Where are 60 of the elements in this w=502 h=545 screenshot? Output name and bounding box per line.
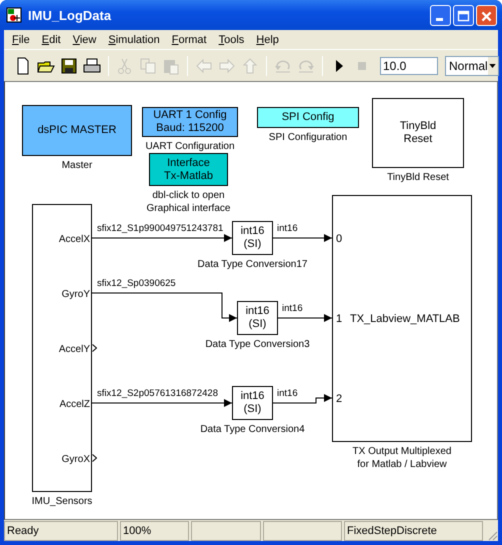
config-block[interactable]: SPI Config xyxy=(257,107,359,128)
signal-label: sfix12_S1p990049751243781 xyxy=(97,223,224,235)
signal-label: int16 xyxy=(282,303,303,315)
stop-time-field[interactable]: 10.0 xyxy=(380,56,438,74)
block-caption: Data Type Conversion17 xyxy=(198,258,308,271)
block-caption: Master xyxy=(62,159,92,172)
mux-block[interactable]: 0 1 2 TX_Labview_MATLAB xyxy=(332,195,472,442)
block-caption: TinyBld Reset xyxy=(387,171,449,184)
port-label: GyroY xyxy=(62,288,90,300)
port-label: AccelX xyxy=(58,234,90,244)
block-caption: Data Type Conversion3 xyxy=(205,338,310,351)
menu-item[interactable]: Tools xyxy=(212,34,250,46)
block-text: TX_Labview_MATLAB xyxy=(350,312,460,326)
model-icon xyxy=(6,7,22,23)
block-caption: UART Configuration xyxy=(145,140,235,153)
menu-item[interactable]: Help xyxy=(250,34,285,46)
config-block[interactable]: dsPIC MASTER xyxy=(22,105,132,156)
signal-label: sfix12_S2p05761316872428 xyxy=(97,388,218,400)
block-caption: TX Output Multiplexed xyxy=(352,445,452,458)
port-label: AccelZ xyxy=(59,398,90,410)
signal-line xyxy=(272,234,332,242)
close-button[interactable] xyxy=(476,4,497,26)
signal-label: sfix12_Sp0390625 xyxy=(97,278,176,290)
config-block[interactable]: Interface Tx-Matlab xyxy=(149,153,228,186)
resize-grip-icon[interactable] xyxy=(486,529,498,541)
block-caption: IMU_Sensors xyxy=(32,495,92,508)
config-block[interactable]: TinyBld Reset xyxy=(372,98,464,168)
zoom-level: 100% xyxy=(120,521,189,541)
block-caption: SPI Configuration xyxy=(268,131,348,144)
minimize-button[interactable] xyxy=(430,4,451,26)
simulation-mode-dropdown[interactable]: Normal xyxy=(445,56,499,76)
conversion-block[interactable]: int16 (SI) xyxy=(232,386,273,420)
status-pane xyxy=(191,521,261,541)
menu-item[interactable]: File xyxy=(6,34,36,46)
menu-item[interactable]: View xyxy=(66,34,102,46)
block-caption: for Matlab / Labview xyxy=(357,458,447,471)
minimize-icon xyxy=(436,18,443,20)
port-label: 2 xyxy=(336,392,342,406)
maximize-button[interactable] xyxy=(453,4,474,26)
port-label: 1 xyxy=(336,312,342,326)
window-title: IMU_LogData xyxy=(28,8,112,22)
signal-label: int16 xyxy=(277,223,298,235)
port-label: AccelY xyxy=(58,344,90,354)
menu-item[interactable]: Edit xyxy=(36,34,67,46)
solver-name: FixedStepDiscrete xyxy=(344,521,483,541)
status-text: Ready xyxy=(4,521,118,541)
block-caption: Graphical interface xyxy=(146,202,230,215)
menu-item[interactable]: Simulation xyxy=(102,34,166,46)
block-caption: dbl-click to open xyxy=(152,189,225,202)
block-caption: Data Type Conversion4 xyxy=(200,423,305,436)
conversion-block[interactable]: int16 (SI) xyxy=(232,221,273,255)
signal-line xyxy=(278,314,332,322)
menu-item[interactable]: Format xyxy=(166,34,213,46)
signal-label: int16 xyxy=(277,388,298,400)
port-label: GyroX xyxy=(62,454,90,464)
subsystem-block[interactable]: AccelX GyroY AccelY AccelZ GyroX xyxy=(32,204,92,492)
conversion-block[interactable]: int16 (SI) xyxy=(237,301,278,335)
config-block[interactable]: UART 1 Config Baud: 115200 xyxy=(142,107,238,137)
port-label: 0 xyxy=(336,232,342,246)
caret-icon xyxy=(489,64,496,68)
